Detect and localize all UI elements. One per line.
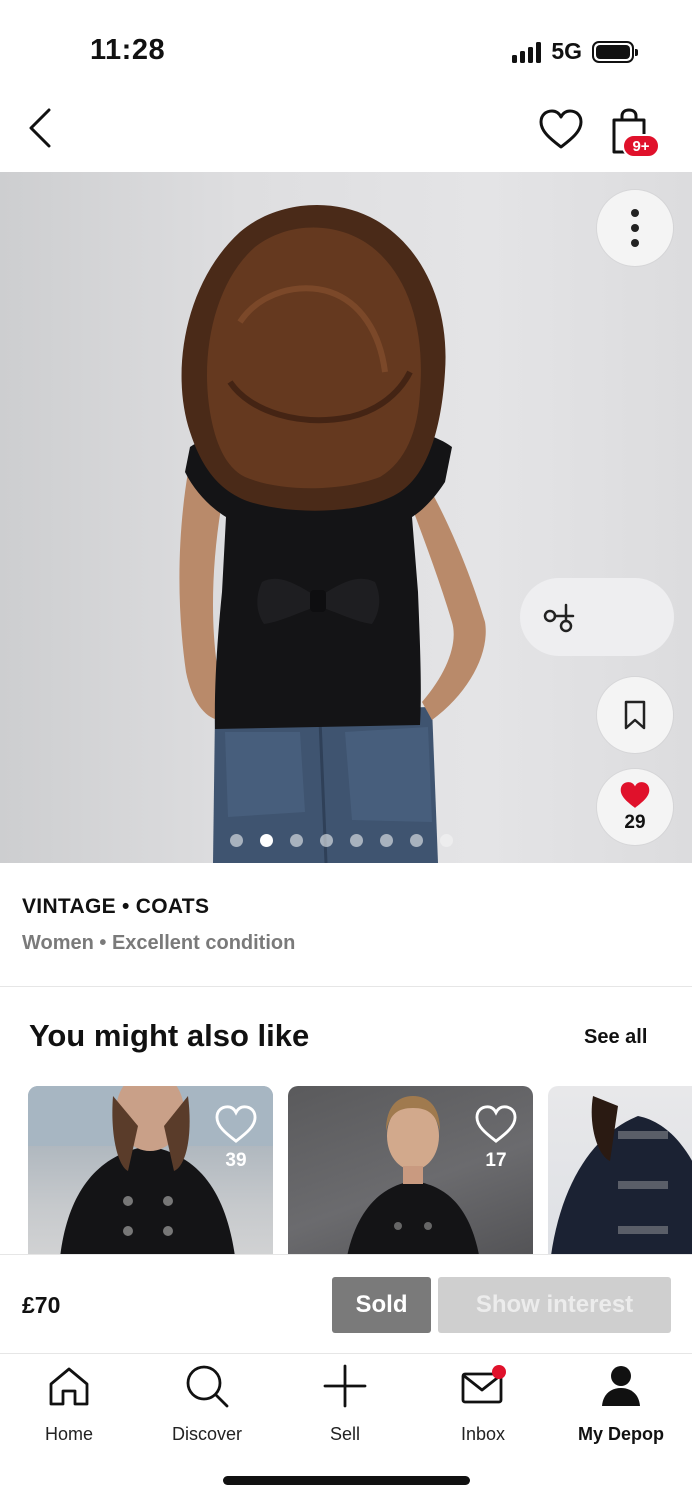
battery-icon <box>592 40 638 63</box>
back-button[interactable] <box>20 104 60 152</box>
network-type: 5G <box>551 38 582 64</box>
favorites-button[interactable] <box>538 108 586 154</box>
more-vertical-icon <box>631 209 639 247</box>
heart-outline-icon[interactable] <box>474 1104 518 1144</box>
share-node-icon <box>543 603 575 633</box>
tab-label: Home <box>44 1424 93 1444</box>
cellular-signal-icon <box>512 41 542 63</box>
recommendations-title: You might also like <box>29 1018 310 1053</box>
page-dot <box>440 834 453 847</box>
page-dot <box>380 834 393 847</box>
sold-button: Sold <box>332 1277 431 1333</box>
purchase-bar: £70 Sold Show interest <box>0 1254 692 1354</box>
tab-label: Discover <box>171 1424 242 1444</box>
card-like-count: 17 <box>485 1150 507 1171</box>
page-dot <box>230 834 243 847</box>
tab-label: Inbox <box>460 1424 506 1444</box>
heart-outline-icon[interactable] <box>214 1104 258 1144</box>
more-options-button[interactable] <box>597 190 673 266</box>
tab-my-depop[interactable]: My Depop <box>552 1362 690 1445</box>
status-indicators: 5G <box>512 38 638 65</box>
page-dot <box>350 834 363 847</box>
recommendation-card[interactable] <box>548 1086 692 1256</box>
tab-home[interactable]: Home <box>0 1362 138 1445</box>
product-thumbnail <box>550 1096 692 1256</box>
tab-label: My Depop <box>577 1424 664 1444</box>
home-indicator <box>223 1476 470 1485</box>
tab-discover[interactable]: Discover <box>138 1362 276 1445</box>
home-icon <box>49 1367 89 1406</box>
save-button[interactable] <box>597 677 673 753</box>
page-dot <box>410 834 423 847</box>
heart-outline-icon <box>539 109 583 149</box>
page-dot <box>290 834 303 847</box>
status-bar: 11:28 5G <box>0 0 692 96</box>
plus-icon <box>323 1364 367 1408</box>
mail-icon <box>461 1365 506 1404</box>
see-all-link[interactable]: See all <box>584 1026 647 1049</box>
recommendation-card[interactable]: 39 <box>28 1086 273 1256</box>
top-nav: 9+ <box>0 96 692 172</box>
tab-inbox[interactable]: Inbox <box>414 1362 552 1445</box>
tab-sell[interactable]: Sell <box>276 1362 414 1445</box>
card-like-count: 39 <box>225 1150 247 1171</box>
bookmark-icon <box>624 700 646 730</box>
brand-category[interactable]: VINTAGE • COATS <box>22 895 209 919</box>
tab-label: Sell <box>329 1424 360 1444</box>
person-icon <box>602 1366 640 1406</box>
product-photo <box>179 205 486 863</box>
listing-meta: Women • Excellent condition <box>22 932 296 954</box>
product-image-carousel[interactable]: 29 <box>0 172 692 863</box>
heart-filled-icon <box>620 782 650 808</box>
search-icon <box>186 1365 229 1408</box>
price: £70 <box>22 1292 61 1318</box>
like-count: 29 <box>624 812 646 833</box>
listing-info: VINTAGE • COATS Women • Excellent condit… <box>0 863 692 987</box>
bag-button[interactable]: 9+ <box>608 108 664 164</box>
like-button[interactable]: 29 <box>597 769 673 845</box>
carousel-page-indicator <box>230 834 453 847</box>
status-time: 11:28 <box>90 34 166 66</box>
recommendations-carousel[interactable]: 39 17 <box>28 1086 692 1256</box>
show-interest-button[interactable]: Show interest <box>438 1277 671 1333</box>
page-dot <box>320 834 333 847</box>
recommendation-card[interactable]: 17 <box>288 1086 533 1256</box>
chevron-left-icon <box>29 108 51 148</box>
share-button[interactable] <box>520 578 674 656</box>
bag-count-badge: 9+ <box>622 134 660 158</box>
page-dot-active <box>260 834 273 847</box>
